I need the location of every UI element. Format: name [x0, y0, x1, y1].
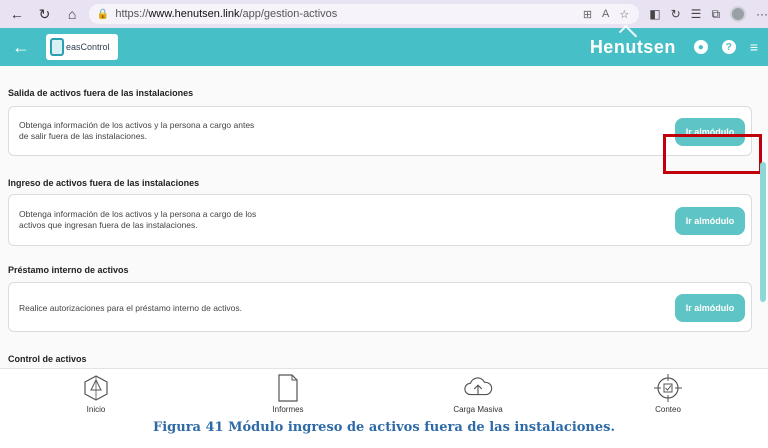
logo-text: easControl [66, 42, 110, 52]
lock-icon: 🔒 [96, 8, 110, 20]
card-salida: Obtenga información de los activos y la … [8, 106, 752, 156]
user-icon[interactable]: ● [693, 40, 708, 54]
section-title-prestamo: Préstamo interno de activos [8, 265, 129, 275]
logo-mark [50, 38, 64, 56]
target-check-icon [653, 373, 683, 403]
cloud-upload-icon [463, 373, 493, 403]
description-line: de salir fuera de las instalaciones. [19, 131, 148, 141]
description-line: activos que ingresan fuera de las instal… [19, 220, 198, 230]
home-browser-icon[interactable]: ⌂ [61, 3, 83, 25]
card-description: Obtenga información de los activos y la … [19, 120, 254, 142]
description-line: Obtenga información de los activos y la … [19, 209, 257, 219]
header-actions: ● ? ≡ [693, 39, 758, 55]
address-bar[interactable]: 🔒 https://www.henutsen.link/app/gestion-… [88, 4, 640, 24]
card-description: Obtenga información de los activos y la … [19, 209, 256, 231]
collections-icon[interactable]: ⧉ [711, 7, 720, 22]
address-bar-actions: ⊞ A ☆ [583, 8, 629, 21]
nav-item-inicio[interactable]: Inicio [56, 373, 136, 414]
nav-item-conteo[interactable]: Conteo [628, 373, 708, 414]
nav-label: Carga Masiva [453, 405, 503, 414]
brand-name: Henutsen [589, 36, 676, 57]
profile-avatar[interactable] [730, 6, 747, 22]
nav-label: Informes [272, 405, 304, 414]
more-icon[interactable]: ··· [756, 7, 768, 21]
scrollbar[interactable] [760, 162, 766, 302]
section-title-control: Control de activos [8, 354, 87, 364]
nav-label: Conteo [655, 405, 681, 414]
card-ingreso: Obtenga información de los activos y la … [8, 194, 752, 246]
nav-item-informes[interactable]: Informes [248, 373, 328, 414]
bottom-navigation: Inicio Informes Carga Masiva Conteo [0, 368, 768, 418]
go-to-module-button-prestamo[interactable]: Ir al módulo [675, 294, 745, 322]
extensions-icon[interactable]: ◧ [649, 7, 660, 21]
app-header: ← easControl Henutsen ● ? ≡ [0, 28, 768, 66]
go-to-module-button-ingreso[interactable]: Ir al módulo [675, 207, 745, 235]
home-icon [81, 373, 111, 403]
back-arrow-icon[interactable]: ← [12, 37, 32, 58]
section-title-ingreso: Ingreso de activos fuera de las instalac… [8, 178, 200, 188]
figure-caption: Figura 41 Módulo ingreso de activos fuer… [152, 420, 615, 435]
favorite-icon[interactable]: ☆ [619, 8, 629, 21]
help-icon[interactable]: ? [721, 40, 736, 54]
reload-icon[interactable]: ↻ [34, 3, 56, 25]
description-line: Realice autorizaciones para el préstamo … [19, 303, 243, 313]
read-aloud-icon[interactable]: A [602, 8, 609, 21]
company-logo: easControl [46, 34, 118, 60]
url-prefix: https:// [115, 8, 149, 20]
url-path: /app/gestion-activos [239, 8, 338, 20]
section-title-salida: Salida de activos fuera de las instalaci… [8, 88, 194, 98]
description-line: Obtenga información de los activos y la … [19, 120, 255, 130]
browser-back-icon[interactable]: ← [6, 3, 28, 25]
card-prestamo: Realice autorizaciones para el préstamo … [8, 282, 752, 332]
nav-label: Inicio [86, 405, 106, 414]
browser-right-icons: ◧ ↻ ☰ ⧉ ··· [649, 6, 768, 22]
url-host: www.henutsen.link [148, 8, 240, 20]
menu-icon[interactable]: ≡ [750, 39, 758, 55]
main-content: Salida de activos fuera de las instalaci… [0, 66, 768, 368]
favorites-list-icon[interactable]: ☰ [691, 7, 702, 21]
browser-toolbar: ← ↻ ⌂ 🔒 https://www.henutsen.link/app/ge… [0, 0, 768, 28]
document-icon [273, 373, 303, 403]
refresh-extension-icon[interactable]: ↻ [671, 7, 681, 21]
card-description: Realice autorizaciones para el préstamo … [19, 303, 242, 314]
nav-item-carga-masiva[interactable]: Carga Masiva [438, 373, 518, 414]
highlight-box [663, 134, 762, 174]
grid-icon[interactable]: ⊞ [583, 8, 592, 21]
